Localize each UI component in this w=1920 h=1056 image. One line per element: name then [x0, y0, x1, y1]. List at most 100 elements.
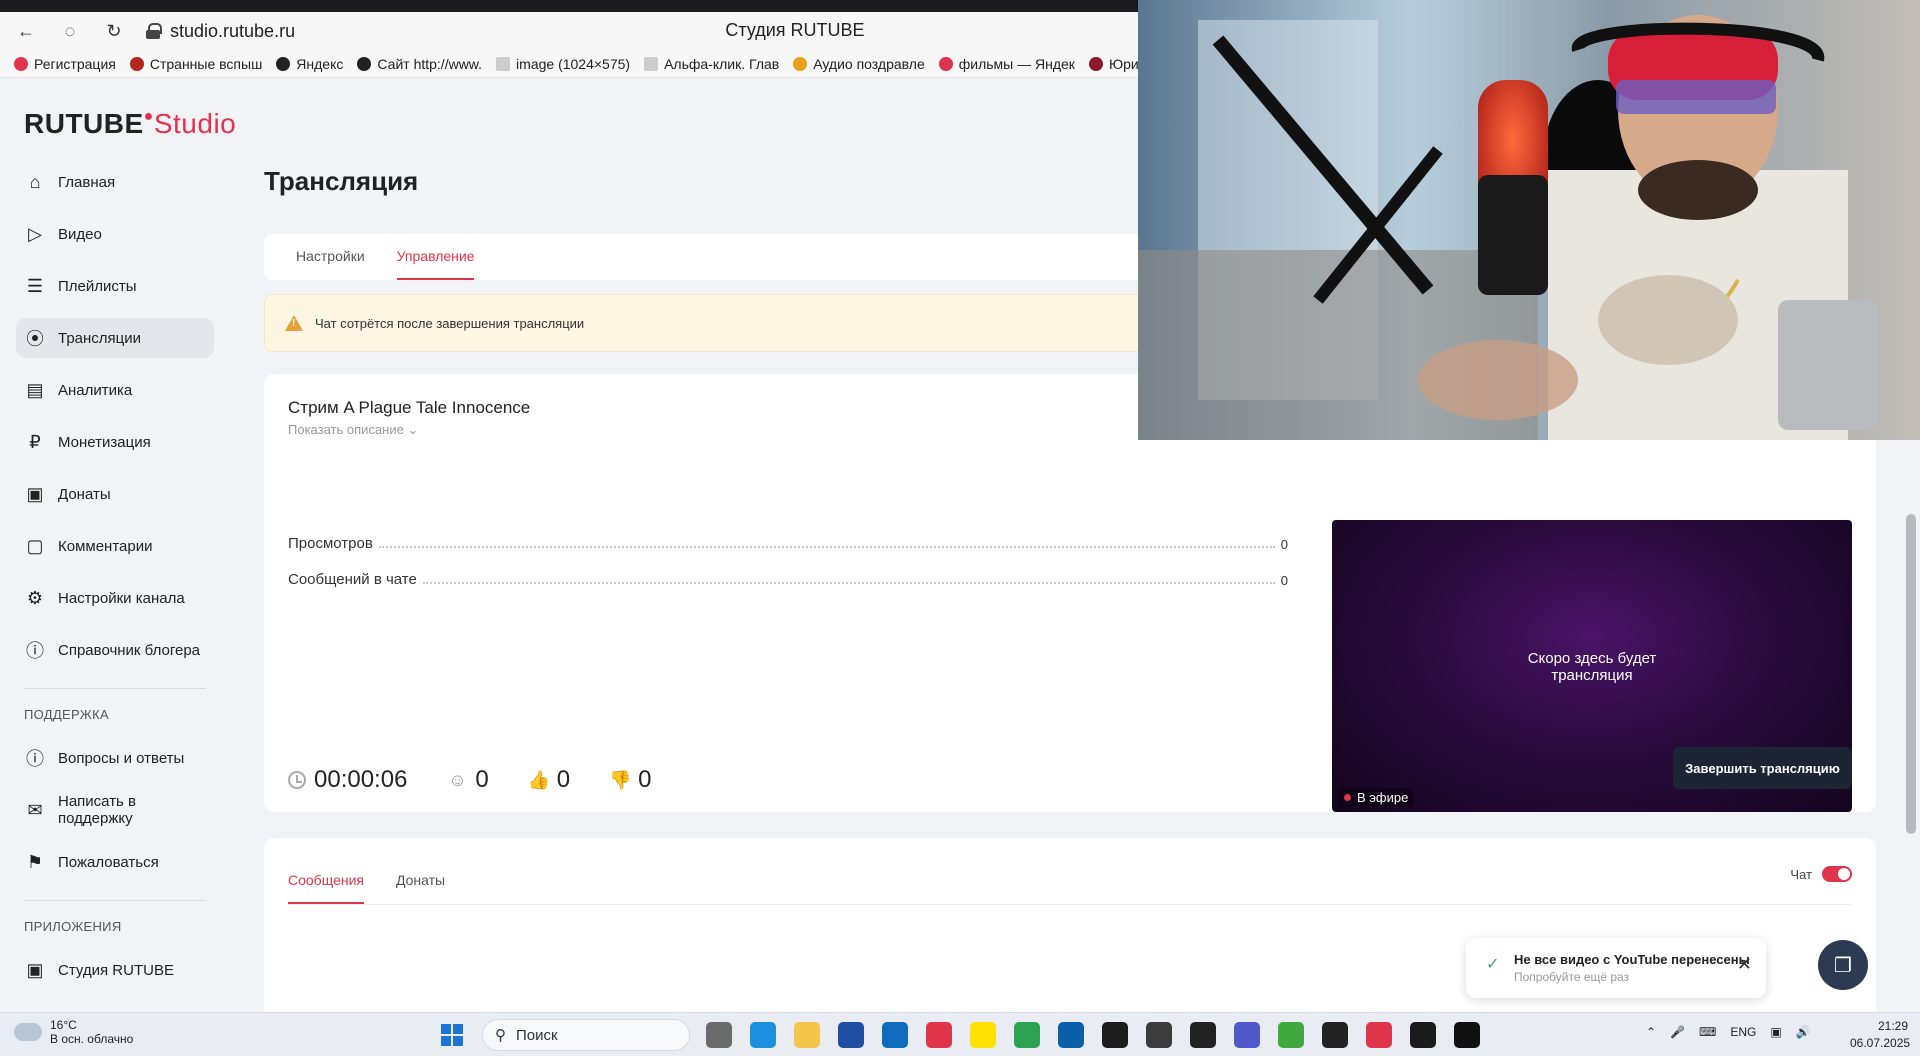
- tab-messages[interactable]: Сообщения: [288, 872, 364, 904]
- support-heading: ПОДДЕРЖКА: [24, 707, 109, 722]
- divider: [288, 904, 1852, 905]
- edge-icon[interactable]: [750, 1022, 776, 1048]
- toast-retry[interactable]: Попробуйте ещё раз: [1514, 970, 1629, 984]
- rutube-studio-logo[interactable]: RUTUBE●Studio: [24, 108, 236, 140]
- question-icon: ⓘ: [26, 749, 44, 769]
- sidebar-item-donations[interactable]: ▣ Донаты: [16, 474, 214, 514]
- bookmark[interactable]: Сайт http://www.: [357, 56, 482, 72]
- app-icon[interactable]: [970, 1022, 996, 1048]
- store-icon[interactable]: [838, 1022, 864, 1048]
- sidebar-item-contact-support[interactable]: ✉ Написать в поддержку: [16, 790, 214, 830]
- cloud-icon: [14, 1017, 42, 1041]
- app-icon[interactable]: [1454, 1022, 1480, 1048]
- weather-widget[interactable]: 16°C В осн. облачно: [14, 1017, 134, 1046]
- bookmark[interactable]: Странные вспыш: [129, 56, 262, 72]
- keyboard-icon[interactable]: ⌨: [1699, 1025, 1716, 1039]
- windows-taskbar: 16°C В осн. облачно ⚲ Поиск ⌃ 🎤 ⌨ ENG ▣ …: [0, 1012, 1920, 1056]
- yandex-button[interactable]: ◌: [52, 16, 88, 46]
- broadcast-icon: ⦿: [26, 329, 44, 349]
- address-bar[interactable]: studio.rutube.ru: [146, 21, 295, 42]
- sidebar-item-home[interactable]: ⌂ Главная: [16, 162, 214, 202]
- bookmark[interactable]: Яндекс: [276, 56, 343, 72]
- app-icon[interactable]: [1190, 1022, 1216, 1048]
- bookmark[interactable]: Аудио поздравле: [793, 56, 925, 72]
- divider: [24, 900, 206, 901]
- tab-settings[interactable]: Настройки: [296, 248, 365, 280]
- home-icon: ⌂: [29, 171, 41, 192]
- url-text[interactable]: studio.rutube.ru: [170, 21, 295, 42]
- wallet-icon: ▣: [26, 483, 44, 504]
- reload-button[interactable]: ↻: [96, 16, 132, 46]
- metric-viewers: ☺ 0: [448, 766, 489, 793]
- sidebar-item-playlists[interactable]: ☰ Плейлисты: [16, 266, 214, 306]
- app-icon[interactable]: [1146, 1022, 1172, 1048]
- volume-icon[interactable]: 🔊: [1796, 1025, 1811, 1039]
- close-icon[interactable]: ✕: [1737, 954, 1752, 975]
- show-description-link[interactable]: Показать описание ⌄: [288, 422, 418, 438]
- app-icon[interactable]: [1058, 1022, 1084, 1048]
- bookmark-icon: [357, 56, 372, 71]
- check-icon: ✓: [1486, 956, 1500, 973]
- ruble-icon: ₽: [29, 431, 41, 452]
- sidebar-item-comments[interactable]: ▢ Комментарии: [16, 526, 214, 566]
- webcam-feed-image: [1138, 0, 1920, 440]
- bookmark[interactable]: image (1024×575): [496, 56, 630, 72]
- chat-switch[interactable]: [1822, 866, 1852, 882]
- explorer-icon[interactable]: [794, 1022, 820, 1048]
- bookmark-icon: [14, 56, 28, 71]
- taskview-icon[interactable]: [706, 1022, 732, 1048]
- video-icon: ▷: [28, 223, 42, 244]
- yandex-browser-icon[interactable]: [1366, 1022, 1392, 1048]
- metric-likes: 👍 0: [527, 766, 571, 793]
- flag-icon: ⚑: [26, 851, 44, 872]
- bookmark[interactable]: Регистрация: [14, 56, 116, 72]
- toast-title: Не все видео с YouTube перенесены: [1514, 952, 1750, 967]
- sidebar-item-channel-settings[interactable]: ⚙ Настройки канала: [16, 578, 214, 618]
- sidebar-item-video[interactable]: ▷ Видео: [16, 214, 214, 254]
- app-icon[interactable]: [1410, 1022, 1436, 1048]
- sidebar-item-broadcasts[interactable]: ⦿ Трансляции: [16, 318, 214, 358]
- sidebar-item-monetization[interactable]: ₽ Монетизация: [16, 422, 214, 462]
- chevron-up-icon[interactable]: ⌃: [1646, 1025, 1656, 1039]
- sidebar-item-analytics[interactable]: ▤ Аналитика: [16, 370, 214, 410]
- yandex-icon[interactable]: [926, 1022, 952, 1048]
- comment-icon: ▢: [26, 535, 44, 556]
- network-icon[interactable]: ▣: [1770, 1025, 1781, 1039]
- windows-start-button[interactable]: [441, 1024, 463, 1046]
- info-icon: ⓘ: [26, 641, 44, 661]
- warning-icon: [285, 315, 303, 331]
- file-icon: [644, 56, 659, 71]
- language-indicator[interactable]: ENG: [1730, 1025, 1756, 1039]
- bookmark[interactable]: Альфа-клик. Глав: [644, 56, 779, 72]
- teams-icon[interactable]: [1234, 1022, 1260, 1048]
- utorrent-icon[interactable]: [1278, 1022, 1304, 1048]
- microphone-icon[interactable]: 🎤: [1670, 1025, 1685, 1039]
- thumbs-up-icon: 👍: [527, 769, 550, 790]
- outlook-icon[interactable]: [882, 1022, 908, 1048]
- system-tray: ⌃ 🎤 ⌨ ENG ▣ 🔊: [1646, 1025, 1811, 1039]
- end-stream-button[interactable]: Завершить трансляцию: [1673, 747, 1852, 789]
- page-scrollbar[interactable]: [1906, 514, 1916, 834]
- sidebar-item-studio-app[interactable]: ▣ Студия RUTUBE: [16, 950, 214, 990]
- tab-management[interactable]: Управление: [396, 248, 475, 280]
- file-icon: [496, 56, 511, 71]
- stream-metrics: 00:00:06 ☺ 0 👍 0 👎 0: [288, 766, 652, 794]
- sidebar-item-blogger-guide[interactable]: ⓘ Справочник блогера: [16, 630, 214, 670]
- back-button[interactable]: ←: [8, 16, 44, 46]
- metric-dislikes: 👎 0: [608, 766, 652, 793]
- recorder-icon[interactable]: [1102, 1022, 1128, 1048]
- sidebar-item-report[interactable]: ⚑ Пожаловаться: [16, 842, 214, 882]
- page-title: Трансляция: [264, 166, 419, 196]
- tab-donations[interactable]: Донаты: [396, 872, 445, 904]
- bookmark[interactable]: фильмы — Яндек: [938, 56, 1075, 72]
- chrome-icon[interactable]: [1014, 1022, 1040, 1048]
- obs-icon[interactable]: [1322, 1022, 1348, 1048]
- sidebar-item-faq[interactable]: ⓘ Вопросы и ответы: [16, 738, 214, 778]
- chat-toggle[interactable]: Чат: [1790, 866, 1852, 882]
- weather-desc: В осн. облачно: [50, 1032, 134, 1046]
- help-chat-button[interactable]: ❐: [1818, 940, 1868, 990]
- playlist-icon: ☰: [26, 275, 44, 296]
- taskbar-search[interactable]: ⚲ Поиск: [482, 1019, 690, 1051]
- taskbar-clock[interactable]: 21:29 06.07.2025: [1850, 1018, 1910, 1052]
- bookmark-icon: [276, 56, 291, 71]
